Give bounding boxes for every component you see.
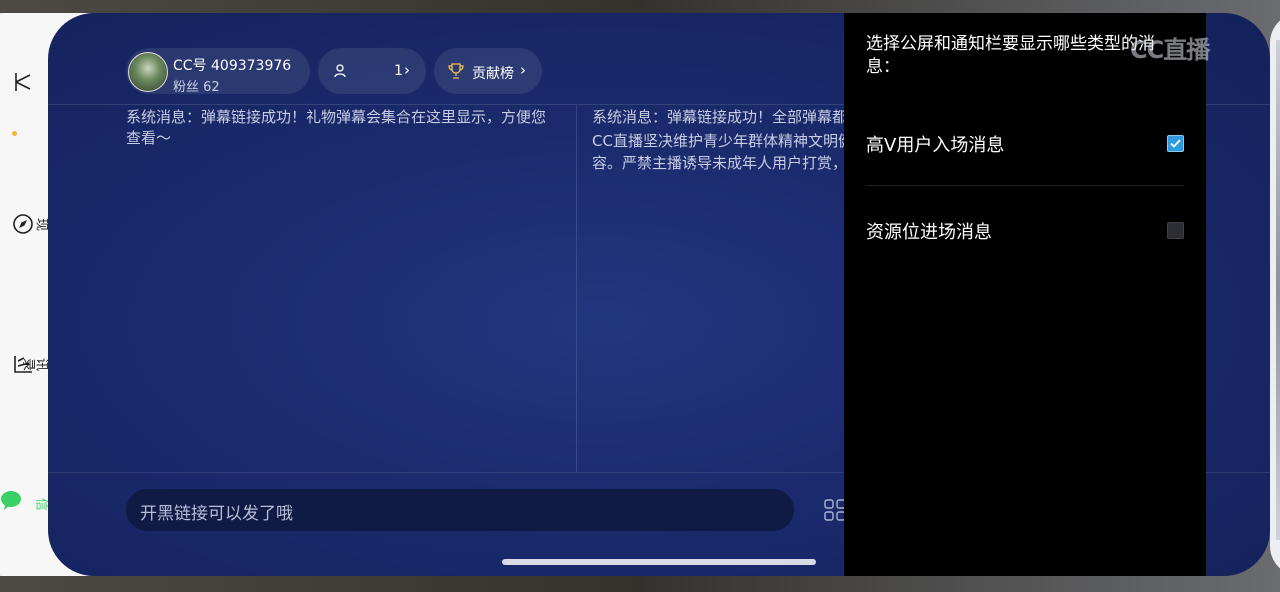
next-app-preview bbox=[1276, 40, 1280, 540]
avatar[interactable] bbox=[128, 52, 168, 92]
option-label: 高V用户入场消息 bbox=[866, 135, 1005, 156]
contribution-rank-label: 贡献榜 bbox=[472, 66, 514, 82]
message-filter-panel: 选择公屏和通知栏要显示哪些类型的消息： 高V用户入场消息 资源位进场消息 bbox=[844, 13, 1206, 576]
compass-icon bbox=[13, 214, 33, 234]
option-high-v-entry[interactable]: 高V用户入场消息 bbox=[866, 115, 1184, 171]
streamer-id: CC号 409373976 bbox=[173, 58, 292, 74]
grid-menu-icon[interactable] bbox=[824, 499, 846, 521]
person-icon bbox=[334, 64, 346, 78]
chat-input-placeholder: 开黑链接可以发了哦 bbox=[140, 504, 293, 524]
option-divider bbox=[866, 185, 1184, 186]
chat-input[interactable]: 开黑链接可以发了哦 bbox=[126, 489, 794, 531]
chevron-right-icon: › bbox=[520, 61, 526, 79]
home-indicator[interactable] bbox=[502, 559, 816, 565]
checkmark-icon bbox=[1170, 139, 1181, 148]
panel-title: 选择公屏和通知栏要显示哪些类型的消息： bbox=[866, 34, 1155, 77]
option-label: 资源位进场消息 bbox=[866, 222, 992, 243]
chat-bubble-icon bbox=[1, 491, 21, 510]
notification-dot bbox=[12, 131, 17, 136]
fans-count: 粉丝 62 bbox=[173, 80, 220, 95]
trophy-icon bbox=[448, 63, 464, 79]
cc-live-watermark: CC直播 bbox=[1130, 36, 1210, 64]
checkbox-unchecked[interactable] bbox=[1167, 222, 1184, 239]
viewer-count: 1 bbox=[394, 63, 403, 79]
person-icon bbox=[15, 73, 31, 91]
chevron-right-icon: › bbox=[404, 61, 410, 79]
option-resource-entry[interactable]: 资源位进场消息 bbox=[866, 202, 1184, 258]
chat-column-divider bbox=[576, 105, 577, 472]
gift-chat-message: 系统消息：弹幕链接成功！礼物弹幕会集合在这里显示，方便您查看～ bbox=[126, 108, 547, 147]
checkbox-checked[interactable] bbox=[1167, 135, 1184, 152]
